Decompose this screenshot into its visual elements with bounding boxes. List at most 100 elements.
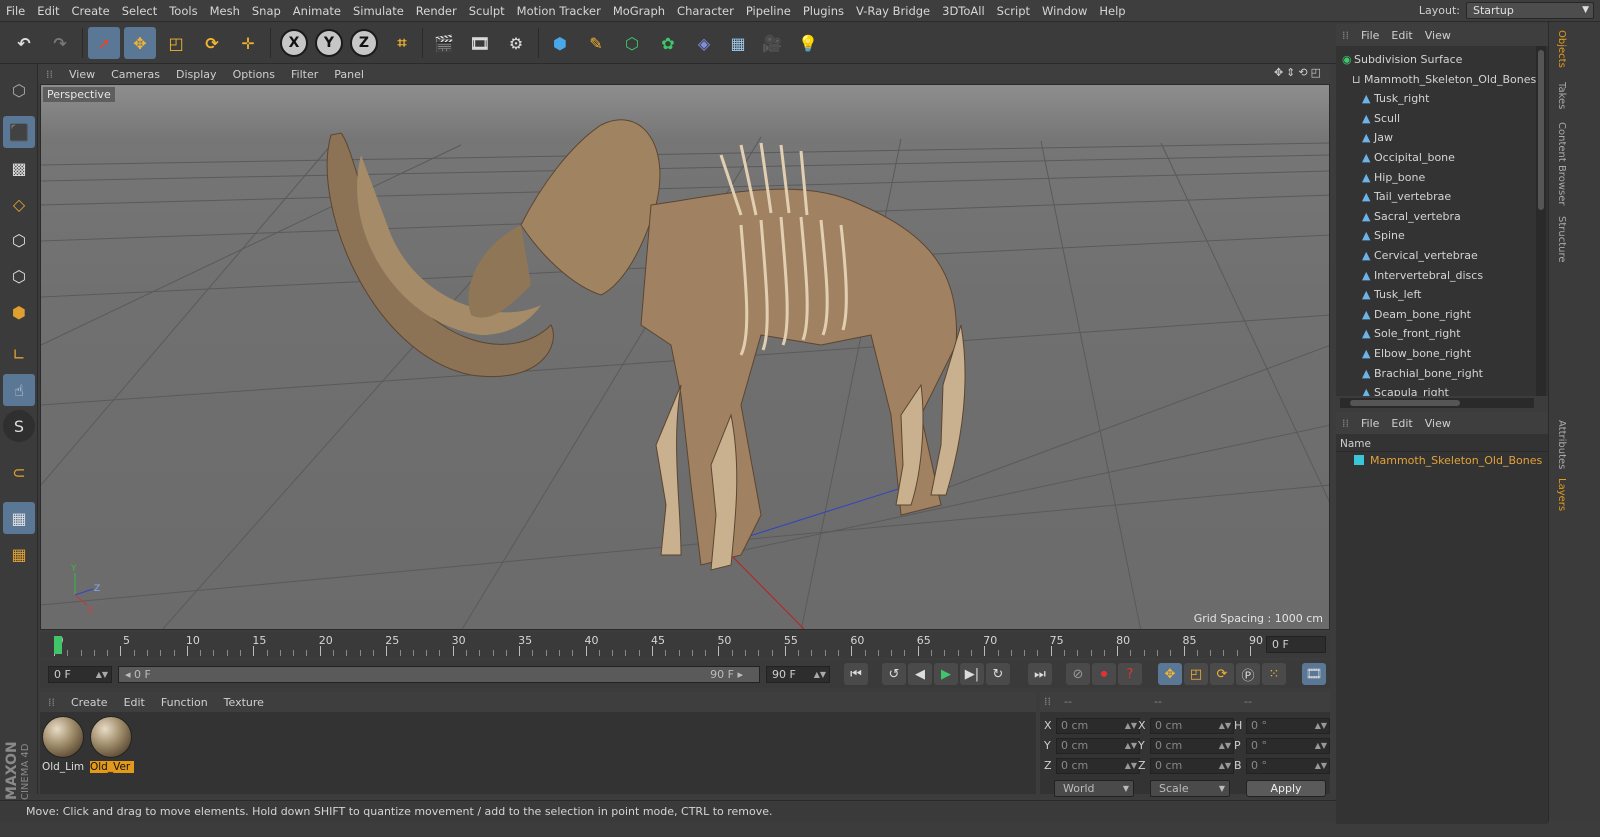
object-tree-item[interactable]: ▲ Sacral_vertebra [1336, 207, 1536, 226]
go-to-start-icon[interactable]: ⏮ [844, 663, 868, 685]
spinner-icon[interactable]: ▲▼ [1315, 719, 1327, 733]
render-view-icon[interactable]: 🎬 [428, 27, 460, 59]
axis-x-button[interactable]: X [280, 29, 308, 57]
menu-tools[interactable]: Tools [163, 0, 203, 22]
coord-field-a[interactable]: 0 cm ▲▼ [1056, 738, 1140, 754]
transform-tool-icon[interactable]: ✛ [232, 27, 264, 59]
object-tree-item[interactable]: ▲ Brachial_bone_right [1336, 364, 1536, 383]
key-scale-icon[interactable]: ◰ [1184, 663, 1208, 685]
spinner-icon[interactable]: ▲▼ [1125, 739, 1137, 753]
layout-select[interactable]: Startup ▼ [1466, 2, 1594, 19]
edges-mode-icon[interactable]: ⬡ [3, 260, 35, 292]
coord-field-b[interactable]: 0 cm ▲▼ [1150, 718, 1234, 734]
cube-primitive-icon[interactable]: ⬢ [544, 27, 576, 59]
subdivision-icon[interactable]: ⬡ [616, 27, 648, 59]
menu-character[interactable]: Character [671, 0, 740, 22]
menu-sculpt[interactable]: Sculpt [463, 0, 511, 22]
menu-mesh[interactable]: Mesh [204, 0, 246, 22]
menu-snap[interactable]: Snap [246, 0, 287, 22]
current-frame-field[interactable]: 0 F [1266, 636, 1326, 653]
play-icon[interactable]: ▶ [934, 663, 958, 685]
rotate-tool-icon[interactable]: ⟳ [196, 27, 228, 59]
key-parameter-icon[interactable]: Ⓟ [1236, 663, 1260, 685]
record-keys-icon[interactable]: ⊘ [1066, 663, 1090, 685]
material-menu-function[interactable]: Function [153, 696, 216, 709]
object-menu-file[interactable]: File [1355, 29, 1385, 42]
object-tree-item[interactable]: ▲ Elbow_bone_right [1336, 344, 1536, 363]
timeline-ruler[interactable]: 051015202530354045505560657075808590 [48, 632, 1263, 658]
start-frame-field[interactable]: 0 F ▲▼ [48, 666, 112, 683]
camera-icon[interactable]: 🎥 [756, 27, 788, 59]
material-preview-icon[interactable] [90, 716, 132, 758]
spinner-icon[interactable]: ▲▼ [1315, 759, 1327, 773]
material-preview-icon[interactable] [42, 716, 84, 758]
apply-button[interactable]: Apply [1246, 780, 1326, 797]
coord-field-b[interactable]: 0 cm ▲▼ [1150, 758, 1234, 774]
timeline-playhead[interactable] [54, 636, 62, 654]
light-icon[interactable]: 💡 [792, 27, 824, 59]
scale-mode-select[interactable]: Scale ▼ [1150, 780, 1230, 797]
render-settings-icon[interactable]: ⚙ [500, 27, 532, 59]
object-tree-item[interactable]: ▲ Occipital_bone [1336, 148, 1536, 167]
object-tree-item[interactable]: ▲ Intervertebral_discs [1336, 266, 1536, 285]
spinner-icon[interactable]: ▲▼ [1315, 739, 1327, 753]
next-keyframe-icon[interactable]: ↻ [986, 663, 1010, 685]
menu-motion-tracker[interactable]: Motion Tracker [511, 0, 607, 22]
object-tree-item[interactable]: ◉ Subdivision Surface [1336, 50, 1536, 69]
redo-icon[interactable]: ↷ [44, 27, 76, 59]
layer-color-swatch[interactable] [1354, 455, 1364, 465]
previous-keyframe-icon[interactable]: ↺ [882, 663, 906, 685]
model-mode-icon[interactable]: ⬛ [3, 116, 35, 148]
viewport-menu-view[interactable]: View [61, 68, 103, 81]
tab-attributes[interactable]: Attributes [1553, 420, 1567, 469]
object-tree-item[interactable]: ⊔ Mammoth_Skeleton_Old_Bones [1336, 70, 1536, 89]
menu-plugins[interactable]: Plugins [797, 0, 850, 22]
coordinate-system-icon[interactable]: ⌗ [386, 27, 418, 59]
layer-menu-edit[interactable]: Edit [1385, 417, 1418, 430]
spinner-icon[interactable]: ▲▼ [1219, 719, 1231, 733]
preview-range-slider[interactable]: ◂ 0 F 90 F ▸ [118, 666, 760, 683]
menu-window[interactable]: Window [1036, 0, 1093, 22]
end-frame-field[interactable]: 90 F ▲▼ [766, 666, 830, 683]
snap-icon[interactable]: S [3, 410, 35, 442]
timeline[interactable]: 051015202530354045505560657075808590 0 F [40, 632, 1330, 658]
layer-menu-view[interactable]: View [1419, 417, 1457, 430]
pen-spline-icon[interactable]: ✎ [580, 27, 612, 59]
viewport-menu-options[interactable]: Options [225, 68, 283, 81]
coord-field-c[interactable]: 0 ° ▲▼ [1246, 738, 1330, 754]
object-tree-item[interactable]: ▲ Sole_front_right [1336, 324, 1536, 343]
object-tree-item[interactable]: ▲ Tusk_left [1336, 285, 1536, 304]
object-tree-item[interactable]: ▲ Deam_bone_right [1336, 305, 1536, 324]
menu-mograph[interactable]: MoGraph [607, 0, 671, 22]
spinner-icon[interactable]: ▲▼ [1125, 759, 1137, 773]
viewport-nav-icons[interactable]: ✥⇕⟲◰ [1274, 66, 1324, 79]
tab-layers[interactable]: Layers [1553, 478, 1567, 511]
menu-pipeline[interactable]: Pipeline [740, 0, 797, 22]
viewport-menu-panel[interactable]: Panel [326, 68, 372, 81]
cloner-icon[interactable]: ✿ [652, 27, 684, 59]
axis-z-button[interactable]: Z [350, 29, 378, 57]
object-tree-item[interactable]: ▲ Tail_vertebrae [1336, 187, 1536, 206]
material-menu-edit[interactable]: Edit [116, 696, 153, 709]
coord-field-c[interactable]: 0 ° ▲▼ [1246, 758, 1330, 774]
polygons-mode-icon[interactable]: ⬢ [3, 296, 35, 328]
render-picture-viewer-icon[interactable]: 🎞 [464, 27, 496, 59]
key-rotation-icon[interactable]: ⟳ [1210, 663, 1234, 685]
object-tree-item[interactable]: ▲ Hip_bone [1336, 168, 1536, 187]
magnet-icon[interactable]: ⊂ [3, 456, 35, 488]
workplane-grid-icon[interactable]: ▦ [3, 538, 35, 570]
spinner-icon[interactable]: ▲▼ [1219, 739, 1231, 753]
menu-select[interactable]: Select [116, 0, 163, 22]
layer-row[interactable]: Mammoth_Skeleton_Old_Bones [1354, 454, 1542, 467]
go-to-end-icon[interactable]: ⏭ [1028, 663, 1052, 685]
object-menu-view[interactable]: View [1419, 29, 1457, 42]
lock-workplane-icon[interactable]: ▦ [3, 502, 35, 534]
points-mode-icon[interactable]: ⬡ [3, 224, 35, 256]
previous-frame-icon[interactable]: ◀ [908, 663, 932, 685]
select-pointer-icon[interactable]: ➚ [88, 27, 120, 59]
tab-takes[interactable]: Takes [1553, 82, 1567, 109]
viewport-menu-cameras[interactable]: Cameras [103, 68, 168, 81]
viewport-perspective[interactable]: Y Z X Perspective Grid Spacing : 1000 cm [40, 84, 1330, 630]
material-item[interactable]: Old_Ver [90, 716, 134, 773]
floor-icon[interactable]: ▦ [722, 27, 754, 59]
